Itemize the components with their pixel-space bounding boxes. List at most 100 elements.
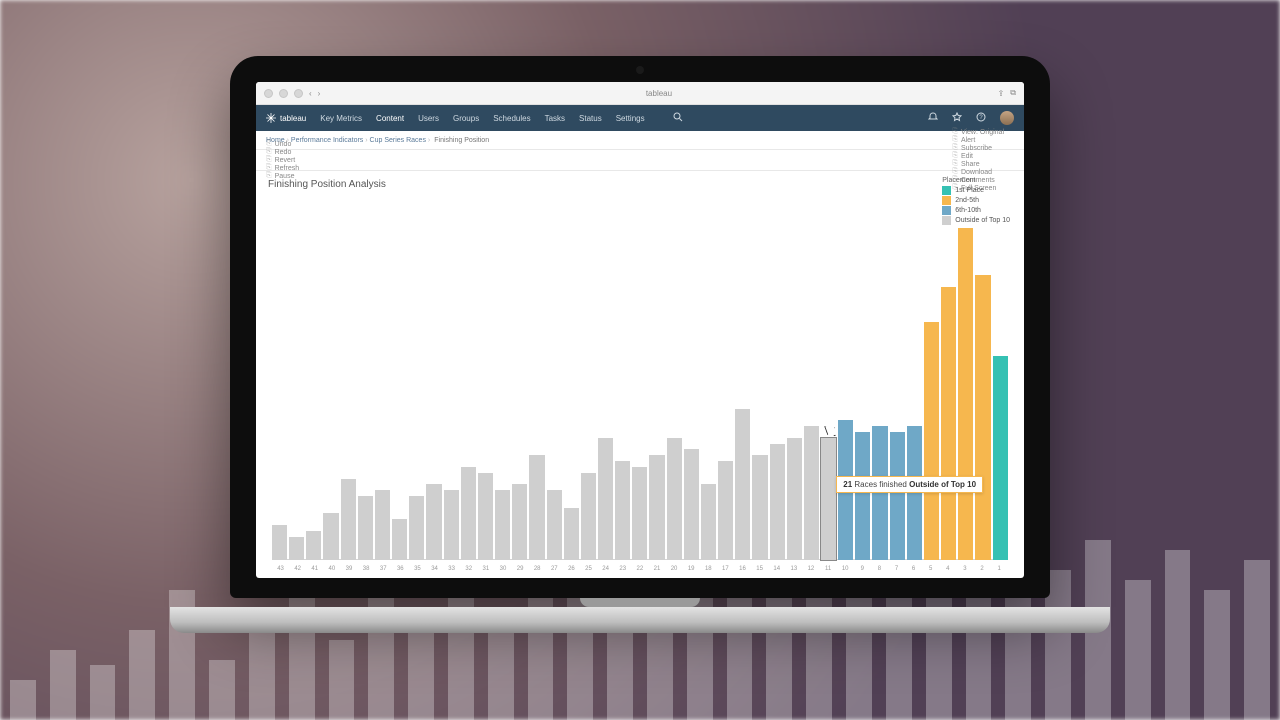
nav-back-icon[interactable]: ‹ — [309, 89, 312, 98]
x-tick: 24 — [597, 566, 614, 572]
x-tick: 3 — [956, 566, 973, 572]
nav-tab-tasks[interactable]: Tasks — [545, 114, 565, 123]
bar[interactable] — [444, 490, 459, 560]
tableau-logo[interactable]: tableau — [266, 113, 306, 123]
traffic-light-max[interactable] — [294, 89, 303, 98]
toolbar-label: View: Original — [961, 129, 1004, 136]
search-icon[interactable] — [673, 112, 683, 124]
toolbar-edit[interactable]: ⎘Edit — [952, 152, 1004, 160]
x-tick: 42 — [289, 566, 306, 572]
bar[interactable] — [770, 444, 785, 560]
bar[interactable] — [409, 496, 424, 560]
bar[interactable] — [924, 322, 939, 560]
x-tick: 31 — [477, 566, 494, 572]
bar[interactable] — [667, 438, 682, 560]
bar[interactable] — [649, 455, 664, 560]
alerts-icon[interactable] — [928, 112, 938, 124]
bar[interactable] — [478, 473, 493, 560]
legend-item[interactable]: 1st Place — [942, 186, 1010, 195]
bar[interactable] — [306, 531, 321, 560]
toolbar-icon: ⎘ — [952, 128, 958, 136]
bar[interactable] — [426, 484, 441, 560]
bar[interactable] — [375, 490, 390, 560]
bar[interactable] — [993, 356, 1008, 560]
x-tick: 10 — [837, 566, 854, 572]
x-tick: 37 — [375, 566, 392, 572]
bar[interactable] — [512, 484, 527, 560]
x-tick: 5 — [922, 566, 939, 572]
bar[interactable] — [615, 461, 630, 560]
nav-tab-status[interactable]: Status — [579, 114, 602, 123]
bar[interactable] — [598, 438, 613, 560]
legend-title: Placement — [942, 177, 1010, 184]
breadcrumb-current: Finishing Position — [434, 137, 489, 144]
x-tick: 1 — [991, 566, 1008, 572]
chart[interactable]: 4342414039383736353433323130292827262524… — [272, 211, 1008, 560]
bar[interactable] — [495, 490, 510, 560]
bar[interactable] — [341, 479, 356, 560]
tooltip: 21 Races finished Outside of Top 10 — [836, 476, 983, 493]
bar[interactable] — [392, 519, 407, 560]
nav-tab-content[interactable]: Content — [376, 114, 404, 123]
nav-tab-schedules[interactable]: Schedules — [493, 114, 530, 123]
breadcrumb-sep: › — [426, 137, 430, 144]
x-tick: 32 — [460, 566, 477, 572]
bar[interactable] — [821, 438, 836, 560]
help-icon[interactable]: ? — [976, 112, 986, 124]
favorites-icon[interactable] — [952, 112, 962, 124]
bar[interactable] — [461, 467, 476, 560]
bar[interactable] — [907, 426, 922, 560]
bar[interactable] — [804, 426, 819, 560]
bar[interactable] — [632, 467, 647, 560]
bar[interactable] — [358, 496, 373, 560]
bar[interactable] — [975, 275, 990, 560]
toolbar-icon: ⎘ — [952, 136, 958, 144]
bar[interactable] — [529, 455, 544, 560]
bar[interactable] — [787, 438, 802, 560]
nav-tab-settings[interactable]: Settings — [616, 114, 645, 123]
nav-tab-key-metrics[interactable]: Key Metrics — [320, 114, 362, 123]
toolbar-subscribe[interactable]: ⎘Subscribe — [952, 144, 1004, 152]
browser-chrome: ‹ › tableau ⇪ ⧉ — [256, 82, 1024, 105]
bar[interactable] — [323, 513, 338, 560]
toolbar-view-original[interactable]: ⎘View: Original — [952, 128, 1004, 136]
traffic-light-close[interactable] — [264, 89, 273, 98]
share-icon[interactable]: ⇪ — [998, 89, 1005, 98]
bar[interactable] — [564, 508, 579, 560]
camera-dot — [636, 66, 644, 74]
toolbar-alert[interactable]: ⎘Alert — [952, 136, 1004, 144]
laptop-base — [170, 607, 1110, 633]
breadcrumb-link[interactable]: Cup Series Races — [370, 137, 426, 144]
address-bar[interactable]: tableau — [326, 89, 991, 98]
bar[interactable] — [547, 490, 562, 560]
bar[interactable] — [272, 525, 287, 560]
avatar[interactable] — [1000, 111, 1014, 125]
bar[interactable] — [958, 228, 973, 560]
bar[interactable] — [855, 432, 870, 560]
bar[interactable] — [289, 537, 304, 560]
tabs-icon[interactable]: ⧉ — [1010, 88, 1016, 98]
bar[interactable] — [735, 409, 750, 560]
toolbar-undo[interactable]: ⎘Undo — [266, 140, 299, 148]
nav-fwd-icon[interactable]: › — [318, 89, 321, 98]
toolbar-redo[interactable]: ⎘Redo — [266, 148, 299, 156]
bar[interactable] — [941, 287, 956, 560]
bar[interactable] — [684, 449, 699, 560]
bar[interactable] — [701, 484, 716, 560]
toolbar-share[interactable]: ⎘Share — [952, 160, 1004, 168]
x-tick: 4 — [939, 566, 956, 572]
bar[interactable] — [752, 455, 767, 560]
bar[interactable] — [890, 432, 905, 560]
nav-tab-groups[interactable]: Groups — [453, 114, 479, 123]
x-tick: 40 — [323, 566, 340, 572]
nav-tab-users[interactable]: Users — [418, 114, 439, 123]
bar[interactable] — [872, 426, 887, 560]
x-tick: 30 — [494, 566, 511, 572]
traffic-light-min[interactable] — [279, 89, 288, 98]
bar[interactable] — [581, 473, 596, 560]
legend-item[interactable]: 2nd-5th — [942, 196, 1010, 205]
bar[interactable] — [718, 461, 733, 560]
product-name: tableau — [280, 114, 306, 123]
toolbar-revert[interactable]: ⎘Revert — [266, 156, 299, 164]
toolbar-label: Revert — [275, 157, 296, 164]
